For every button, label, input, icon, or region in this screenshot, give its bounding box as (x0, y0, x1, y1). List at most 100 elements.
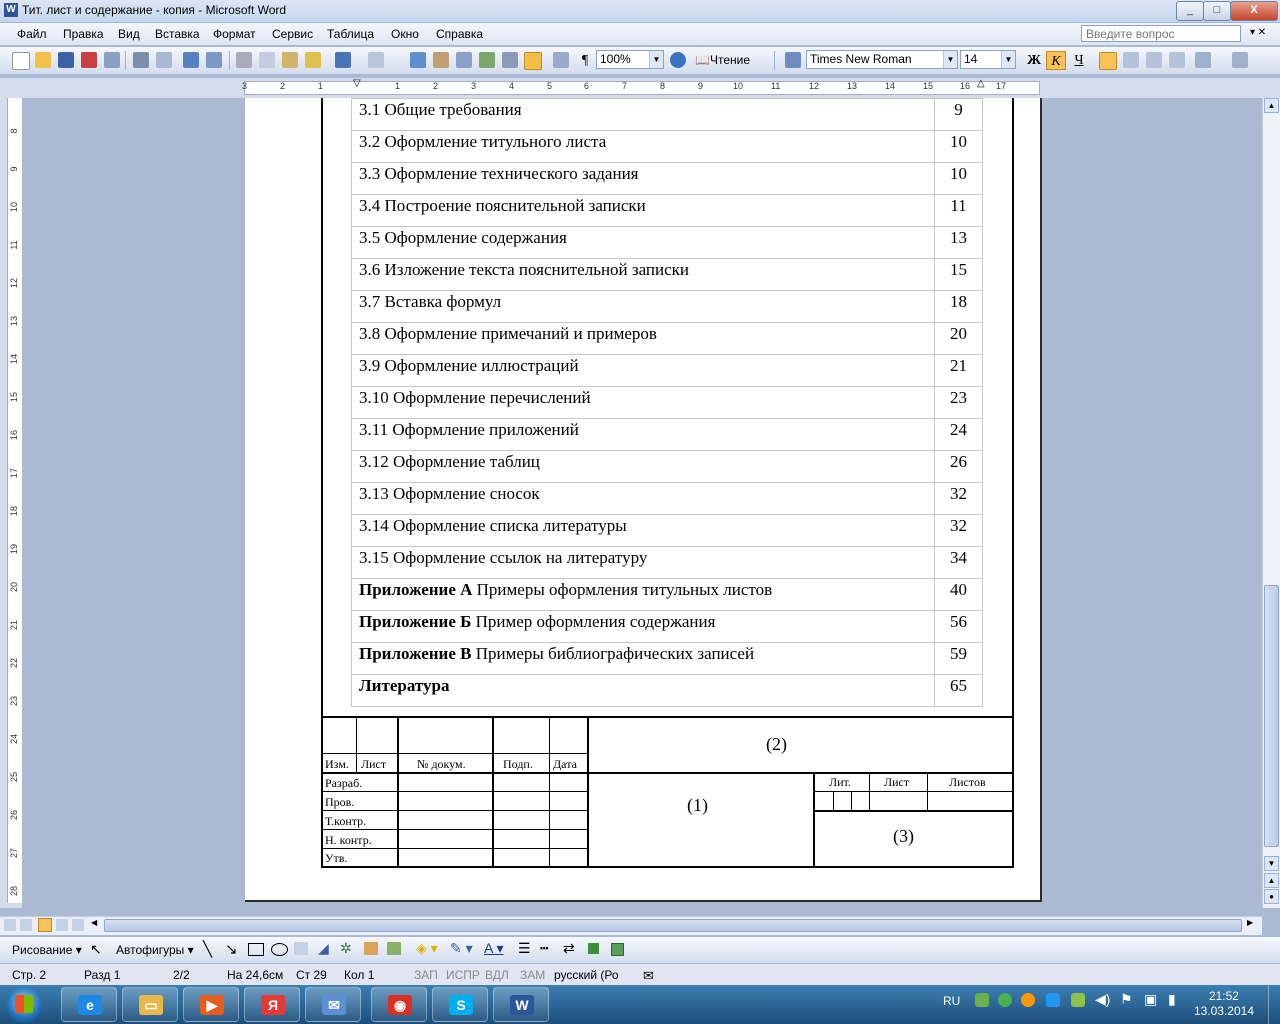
oval-icon[interactable] (271, 943, 288, 956)
show-formatting-icon[interactable]: ¶ (575, 51, 595, 70)
toc-entry-title[interactable]: 3.5 Оформление содержания (351, 226, 935, 259)
hyperlink-icon[interactable] (410, 52, 426, 68)
tray-security-icon[interactable] (1071, 993, 1085, 1007)
line-color-icon[interactable]: ✎ ▾ (450, 940, 473, 957)
toc-entry-title[interactable]: 3.14 Оформление списка литературы (351, 514, 935, 547)
toc-entry-title[interactable]: 3.1 Общие требования (351, 98, 935, 131)
table-row[interactable]: 3.6 Изложение текста пояснительной запис… (351, 258, 983, 291)
toc-entry-title[interactable]: Литература (351, 674, 935, 707)
insert-excel-icon[interactable] (479, 52, 495, 68)
toc-entry-page[interactable]: 10 (934, 162, 983, 195)
bold-button[interactable]: Ж (1024, 51, 1044, 70)
outline-view-icon[interactable] (56, 919, 68, 931)
close-button[interactable]: X (1230, 1, 1278, 21)
volume-icon[interactable]: ◀) (1095, 991, 1110, 1008)
toc-entry-title[interactable]: 3.13 Оформление сносок (351, 482, 935, 515)
scroll-right-icon[interactable]: ▶ (1247, 918, 1253, 927)
toc-entry-page[interactable]: 26 (934, 450, 983, 483)
toc-entry-page[interactable]: 10 (934, 130, 983, 163)
language-indicator[interactable]: RU (943, 994, 960, 1008)
table-row[interactable]: 3.10 Оформление перечислений 23 (351, 386, 983, 419)
new-doc-icon[interactable] (12, 52, 30, 70)
align-left-icon[interactable] (1099, 52, 1117, 70)
table-row[interactable]: Приложение Б Пример оформления содержани… (351, 610, 983, 643)
network-icon[interactable]: ▣ (1144, 991, 1157, 1008)
toc-entry-page[interactable]: 23 (934, 386, 983, 419)
table-row[interactable]: 3.3 Оформление технического задания 10 (351, 162, 983, 195)
doc-map-icon[interactable] (553, 52, 569, 68)
status-ovr[interactable]: ЗАМ (520, 968, 545, 982)
line-icon[interactable]: ╲ (203, 940, 212, 958)
toc-entry-page[interactable]: 20 (934, 322, 983, 355)
toc-entry-page[interactable]: 56 (934, 610, 983, 643)
normal-view-icon[interactable] (4, 919, 16, 931)
reading-view-icon[interactable] (72, 919, 84, 931)
start-button[interactable] (6, 987, 42, 1023)
table-row[interactable]: 3.8 Оформление примечаний и примеров 20 (351, 322, 983, 355)
permission-icon[interactable] (81, 52, 97, 68)
toc-entry-title[interactable]: 3.8 Оформление примечаний и примеров (351, 322, 935, 355)
toc-entry-page[interactable]: 15 (934, 258, 983, 291)
email-icon[interactable] (104, 52, 120, 68)
toc-entry-title[interactable]: Приложение Б Пример оформления содержани… (351, 610, 935, 643)
print-layout-view-icon[interactable] (38, 918, 52, 932)
horizontal-ruler[interactable]: 3 2 1 ▽ 1 2 3 4 5 6 7 8 9 10 11 12 13 14… (0, 78, 1280, 98)
justify-icon[interactable] (1169, 52, 1185, 68)
table-row[interactable]: 3.5 Оформление содержания 13 (351, 226, 983, 259)
taskbar-skype-button[interactable]: S (432, 987, 488, 1022)
toc-entry-page[interactable]: 11 (934, 194, 983, 227)
styles-icon[interactable] (785, 52, 801, 68)
toc-entry-title[interactable]: 3.7 Вставка формул (351, 290, 935, 323)
minimize-button[interactable]: _ (1176, 1, 1204, 21)
chevron-down-icon[interactable]: ▼ (649, 51, 663, 68)
tray-app-icon[interactable] (998, 993, 1012, 1007)
help-icon[interactable] (670, 52, 686, 68)
cut-icon[interactable] (236, 52, 252, 68)
fill-color-icon[interactable]: ◈ ▾ (416, 940, 438, 957)
taskbar-chrome-button[interactable]: ◉ (371, 987, 427, 1022)
toc-entry-page[interactable]: 65 (934, 674, 983, 707)
save-icon[interactable] (58, 52, 74, 68)
line-style-icon[interactable]: ☰ (518, 940, 531, 957)
scroll-left-icon[interactable]: ◀ (91, 918, 97, 927)
toc-table[interactable]: 3.1 Общие требования 9 3.2 Оформление титу… (351, 98, 983, 707)
power-icon[interactable]: ▮ (1168, 991, 1176, 1008)
spelling-status-icon[interactable]: ✉ (643, 968, 654, 984)
status-rec[interactable]: ЗАП (414, 968, 438, 982)
document-page[interactable]: 3.1 Общие требования 9 3.2 Оформление титу… (245, 98, 1042, 902)
menu-edit[interactable]: Правка (63, 27, 104, 41)
rectangle-icon[interactable] (248, 943, 264, 956)
table-row[interactable]: 3.7 Вставка формул 18 (351, 290, 983, 323)
taskbar-media-button[interactable]: ▶ (183, 987, 239, 1022)
menu-help[interactable]: Справка (436, 27, 483, 41)
font-size-select[interactable]: 14 ▼ (960, 50, 1016, 69)
taskbar-yandex-button[interactable]: Я (244, 987, 300, 1022)
status-language[interactable]: русский (Ро (554, 968, 619, 982)
format-painter-icon[interactable] (305, 52, 321, 68)
select-objects-icon[interactable]: ↖ (90, 941, 102, 958)
table-row[interactable]: Приложение А Примеры оформления титульны… (351, 578, 983, 611)
font-name-select[interactable]: Times New Roman ▼ (806, 50, 958, 69)
3d-style-icon[interactable] (611, 943, 624, 956)
maximize-button[interactable]: □ (1203, 1, 1231, 21)
toc-entry-page[interactable]: 9 (934, 98, 983, 131)
table-row[interactable]: 3.1 Общие требования 9 (351, 98, 983, 131)
align-right-icon[interactable] (1146, 52, 1162, 68)
tray-cloud-icon[interactable] (1046, 993, 1060, 1007)
toc-entry-page[interactable]: 13 (934, 226, 983, 259)
columns-icon[interactable] (502, 52, 518, 68)
zoom-select[interactable]: 100% ▼ (596, 50, 664, 69)
ask-question-input[interactable]: Введите вопрос (1081, 25, 1241, 42)
insert-table-icon[interactable] (456, 52, 472, 68)
toc-entry-page[interactable]: 21 (934, 354, 983, 387)
vertical-scrollbar[interactable]: ▲ ▼ ▲ ● (1262, 98, 1280, 908)
drawing-menu[interactable]: Рисование ▾ (12, 943, 82, 957)
toc-entry-page[interactable]: 32 (934, 482, 983, 515)
tray-nvidia-icon[interactable] (975, 993, 989, 1007)
tables-borders-icon[interactable] (433, 52, 449, 68)
arrow-style-icon[interactable]: ⇄ (563, 940, 575, 957)
toc-entry-title[interactable]: 3.11 Оформление приложений (351, 418, 935, 451)
print-icon[interactable] (133, 52, 149, 68)
menu-file[interactable]: Файл (17, 27, 47, 41)
research-icon[interactable] (206, 52, 222, 68)
